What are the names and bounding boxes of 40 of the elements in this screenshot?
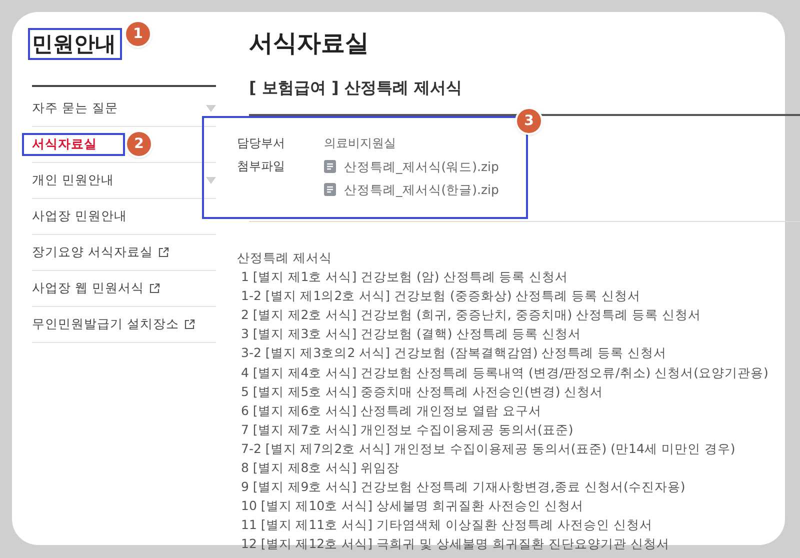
field-label: 담당부서	[237, 135, 286, 152]
file-download-link[interactable]: 산정특례_제서식(워드).zip	[344, 155, 499, 178]
external-link-icon	[148, 283, 160, 294]
external-link-icon	[158, 247, 169, 258]
document-icon	[324, 183, 336, 196]
form-list-item: 3 [별지 제3호 서식] 건강보험 (결핵) 산정특례 등록 신청서	[241, 326, 582, 342]
form-list-item: 10 [별지 제10호 서식] 상세불명 희귀질환 사전승인 신청서	[241, 498, 584, 514]
sidebar-menu-item[interactable]: 사업장 민원안내	[32, 208, 127, 225]
sidebar-menu-item[interactable]: 장기요양 서식자료실	[32, 244, 169, 261]
sidebar-menu-item[interactable]: 서식자료실	[22, 133, 125, 156]
form-list-item: 3-2 [별지 제3호의2 서식] 건강보험 (잠복결핵감염) 산정특례 등록 신청서	[241, 345, 667, 360]
form-list-item: 6 [별지 제6호 서식] 산정특례 개인정보 열람 요구서	[241, 402, 542, 418]
form-list-item: 5 [별지 제5호 서식] 중증치매 산정특례 사전승인(변경) 신청서	[241, 384, 604, 399]
callout-badge: 3	[517, 109, 541, 133]
form-list-item: 8 [별지 제8호 서식] 위임장	[241, 460, 400, 476]
external-link-icon	[184, 319, 195, 330]
form-list-item: 1-2 [별지 제1의2호 서식] 건강보험 (중증화상) 산정특례 등록 신청서	[241, 288, 641, 304]
dropdown-triangle-icon[interactable]	[206, 177, 216, 184]
form-list-item: 9 [별지 제9호 서식] 건강보험 산정특례 기재사항변경,종료 신청서(수진자용)	[241, 479, 686, 494]
sidebar-menu-item[interactable]: 무인민원발급기 설치장소	[32, 316, 195, 333]
form-list-item: 7 [별지 제7호 서식] 개인정보 수집이용제공 동의서(표준)	[241, 422, 574, 437]
callout-badge: 2	[127, 132, 151, 156]
form-list-item: 2 [별지 제2호 서식] 건강보험 (희귀, 중증난치, 중증치매) 산정특례 등록 신청서	[241, 307, 702, 322]
dropdown-triangle-icon[interactable]	[206, 105, 216, 112]
callout-badge: 1	[126, 22, 150, 46]
sidebar-menu-item[interactable]: 사업장 웹 민원서식	[32, 280, 160, 297]
document-icon	[324, 160, 336, 173]
field-value: 의료비지원실	[324, 135, 396, 152]
sidebar-menu-item[interactable]: 개인 민원안내	[32, 172, 114, 189]
page-title: 서식자료실	[249, 28, 370, 59]
post-title: [ 보험급여 ] 산정특례 제서식	[249, 77, 463, 99]
field-label: 첨부파일	[237, 158, 286, 175]
form-list-item: 12 [별지 제12호 서식] 극희귀 및 상세불명 희귀질환 진단요양기관 신청서	[241, 536, 670, 552]
form-list-item: 11 [별지 제11호 서식] 기타염색체 이상질환 산정특례 사전승인 신청서	[241, 517, 652, 532]
body-heading: 산정특례 제서식	[237, 249, 333, 267]
file-download-link[interactable]: 산정특례_제서식(한글).zip	[344, 178, 499, 201]
form-list-item: 7-2 [별지 제7의2호 서식] 개인정보 수집이용제공 동의서(표준) (만14세 미만인 경우)	[241, 440, 736, 456]
form-list-item: 1 [별지 제1호 서식] 건강보험 (암) 산정특례 등록 신청서	[241, 269, 568, 284]
sidebar-menu-item[interactable]: 자주 묻는 질문	[32, 100, 118, 117]
form-list-item: 4 [별지 제4호 서식] 건강보험 산정특례 등록내역 (변경/판정오류/취소) 신청서(요양기관용)	[241, 364, 768, 380]
